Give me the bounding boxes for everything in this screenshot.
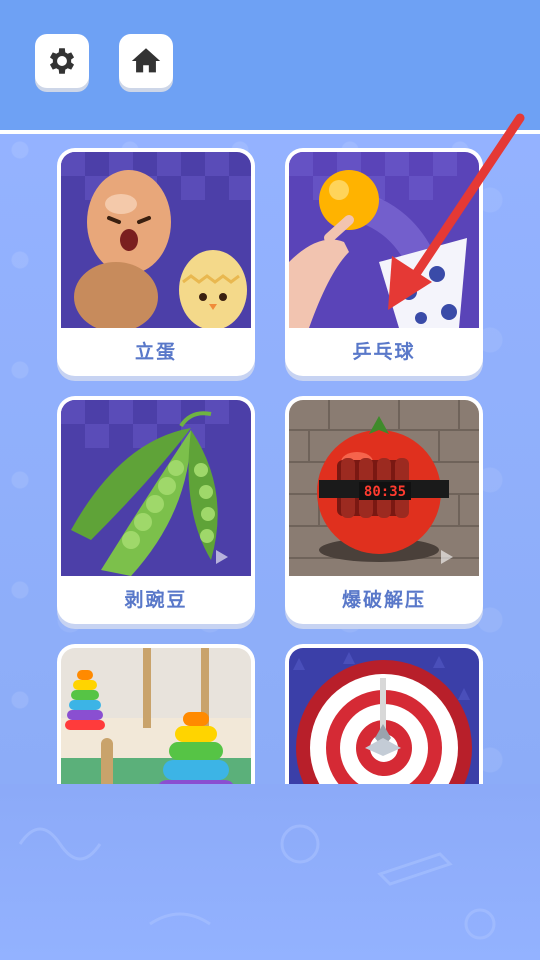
ping-pong-icon xyxy=(289,152,479,328)
game-label: 爆破解压 xyxy=(341,589,426,611)
bomb-timer: 80:35 xyxy=(364,484,406,500)
game-label: 剥豌豆 xyxy=(124,589,188,611)
game-label: 乒乓球 xyxy=(352,341,416,363)
game-card-ping-pong[interactable]: 乒乓球 xyxy=(285,148,483,376)
settings-button[interactable] xyxy=(35,34,89,88)
game-label: 立蛋 xyxy=(134,341,177,363)
home-button[interactable] xyxy=(119,34,173,88)
egg-icon xyxy=(61,152,251,328)
game-card-egg[interactable]: 立蛋 xyxy=(57,148,255,376)
game-card-peas[interactable]: 剥豌豆 xyxy=(57,396,255,624)
tomato-bomb-icon: 80:35 xyxy=(289,400,479,576)
bottom-area xyxy=(0,784,540,960)
pea-pod-icon xyxy=(61,400,251,576)
home-icon xyxy=(131,48,161,73)
gear-icon xyxy=(49,48,75,74)
game-card-tomato-bomb[interactable]: 80:35 爆破解压 xyxy=(285,396,483,624)
top-bar xyxy=(0,0,540,134)
